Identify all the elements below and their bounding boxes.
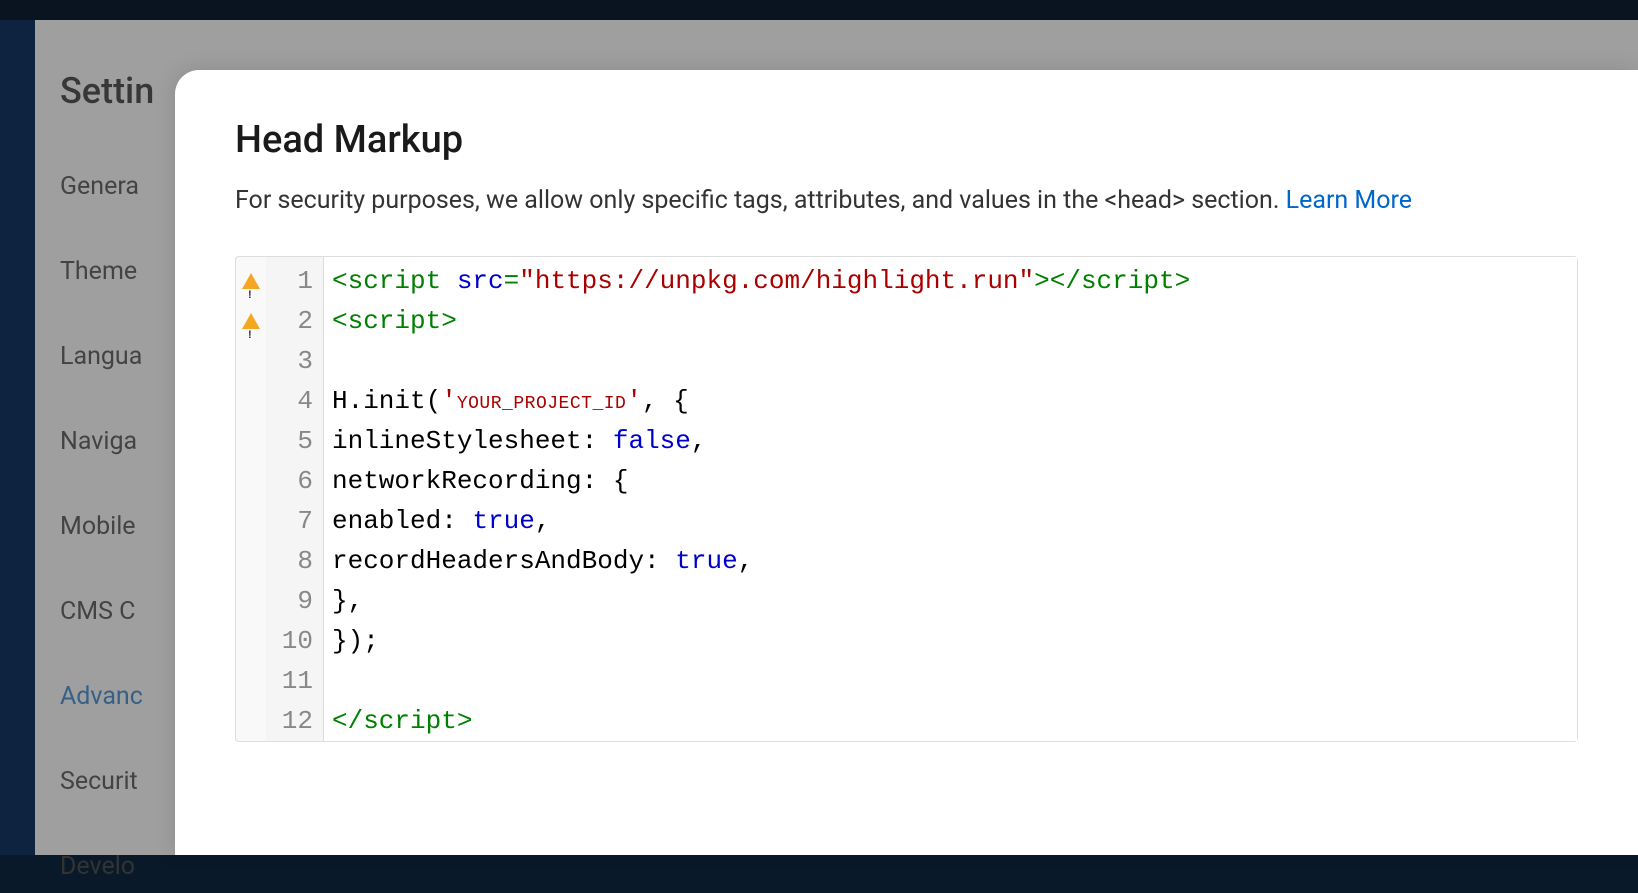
code-line[interactable]: <script src="https://unpkg.com/highlight… [332, 261, 1577, 301]
warning-icon [242, 701, 266, 741]
line-number: 11 [266, 661, 313, 701]
code-line[interactable]: </script> [332, 701, 1577, 741]
warning-icon [242, 501, 266, 541]
learn-more-link[interactable]: Learn More [1286, 186, 1412, 215]
main-area: Settin GeneraThemeLanguaNavigaMobileCMS … [35, 20, 1638, 855]
code-line[interactable]: }); [332, 621, 1577, 661]
warning-icon [242, 621, 266, 661]
line-number: 2 [266, 301, 313, 341]
gutter-line-numbers: 123456789101112 [266, 257, 324, 741]
left-rail [0, 20, 35, 855]
warning-icon [242, 261, 266, 301]
code-line[interactable]: enabled: true, [332, 501, 1577, 541]
line-number: 12 [266, 701, 313, 741]
modal-title: Head Markup [235, 118, 1578, 162]
code-line[interactable]: <script> [332, 301, 1577, 341]
code-content[interactable]: <script src="https://unpkg.com/highlight… [324, 257, 1577, 741]
code-line[interactable]: H.init('YOUR_PROJECT_ID', { [332, 381, 1577, 421]
line-number: 6 [266, 461, 313, 501]
code-line[interactable] [332, 341, 1577, 381]
line-number: 7 [266, 501, 313, 541]
code-line[interactable]: inlineStylesheet: false, [332, 421, 1577, 461]
code-line[interactable]: }, [332, 581, 1577, 621]
warning-icon [242, 421, 266, 461]
gutter-warnings [236, 257, 266, 741]
code-editor[interactable]: 123456789101112 <script src="https://unp… [235, 256, 1578, 742]
warning-icon [242, 461, 266, 501]
code-line[interactable] [332, 661, 1577, 701]
line-number: 4 [266, 381, 313, 421]
line-number: 1 [266, 261, 313, 301]
top-bar [0, 0, 1638, 20]
line-number: 9 [266, 581, 313, 621]
line-number: 5 [266, 421, 313, 461]
warning-icon [242, 381, 266, 421]
head-markup-modal: Head Markup For security purposes, we al… [175, 70, 1638, 855]
code-line[interactable]: networkRecording: { [332, 461, 1577, 501]
modal-description: For security purposes, we allow only spe… [235, 182, 1578, 220]
warning-icon [242, 661, 266, 701]
code-line[interactable]: recordHeadersAndBody: true, [332, 541, 1577, 581]
line-number: 10 [266, 621, 313, 661]
warning-icon [242, 541, 266, 581]
warning-icon [242, 301, 266, 341]
warning-icon [242, 581, 266, 621]
modal-description-text: For security purposes, we allow only spe… [235, 186, 1286, 215]
line-number: 8 [266, 541, 313, 581]
warning-icon [242, 341, 266, 381]
line-number: 3 [266, 341, 313, 381]
